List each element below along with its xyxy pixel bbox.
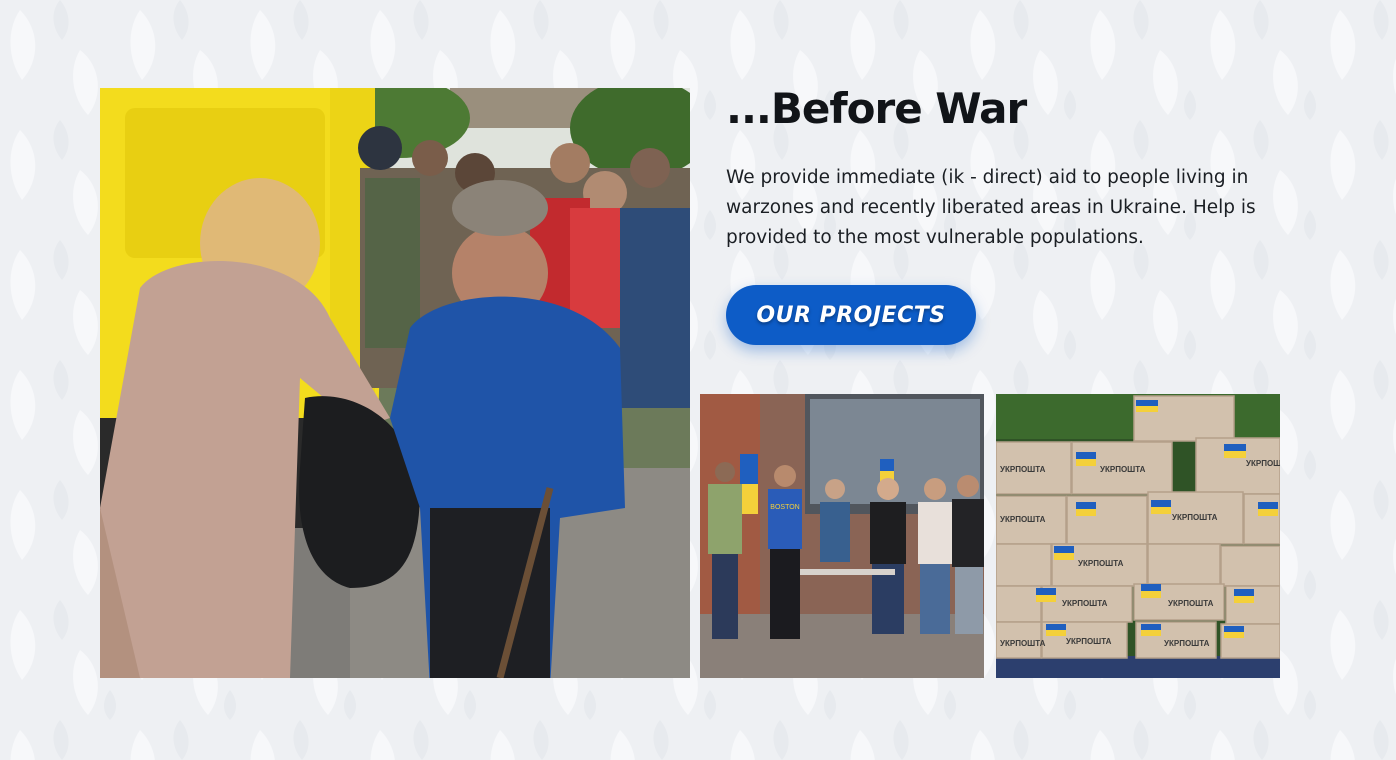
svg-text:УКРПОШТА: УКРПОШТА <box>1172 513 1218 522</box>
svg-text:УКРПОШТА: УКРПОШТА <box>1000 639 1046 648</box>
our-projects-button[interactable]: OUR PROJECTS <box>726 285 976 345</box>
aid-boxes-photo: УКРПОШТА УКРПОШТА УКРПОШТА УКРПОШТА УКРП… <box>996 394 1280 678</box>
svg-text:УКРПОШТА: УКРПОШТА <box>1000 515 1046 524</box>
svg-text:УКРПОШТА: УКРПОШТА <box>1168 599 1214 608</box>
section-heading: ...Before War <box>726 84 1027 133</box>
svg-text:УКРПОШТА: УКРПОШТА <box>1164 639 1210 648</box>
svg-text:BOSTON: BOSTON <box>770 504 799 511</box>
main-aid-photo <box>100 88 690 678</box>
svg-text:УКРПОШТА: УКРПОШТА <box>1246 459 1280 468</box>
svg-text:УКРПОШТА: УКРПОШТА <box>1000 465 1046 474</box>
svg-text:УКРПОШТА: УКРПОШТА <box>1100 465 1146 474</box>
svg-text:УКРПОШТА: УКРПОШТА <box>1078 559 1124 568</box>
volunteer-team-photo: BOSTON <box>700 394 984 678</box>
svg-text:УКРПОШТА: УКРПОШТА <box>1062 599 1108 608</box>
svg-text:УКРПОШТА: УКРПОШТА <box>1066 637 1112 646</box>
section-description: We provide immediate (ik - direct) aid t… <box>726 167 1256 248</box>
